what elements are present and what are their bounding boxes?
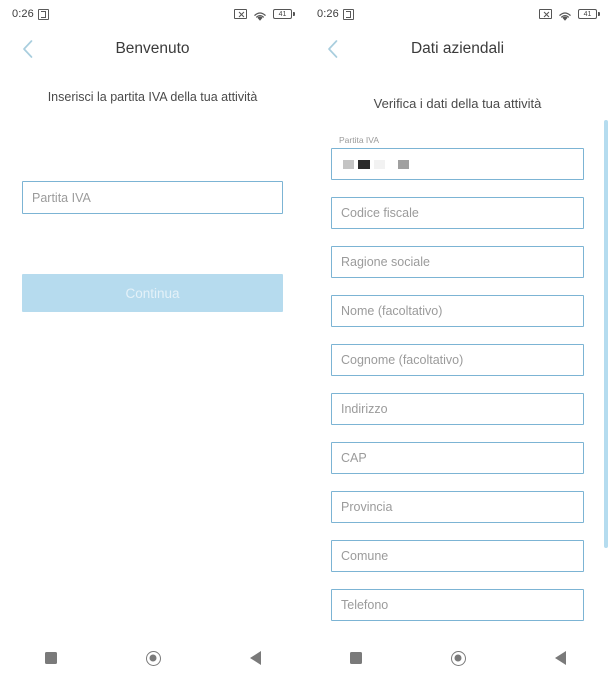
form-field-placeholder: Provincia <box>341 500 393 514</box>
vat-field-group: Partita IVA <box>331 135 584 180</box>
vat-input-placeholder: Partita IVA <box>32 190 91 205</box>
back-button-right[interactable] <box>319 36 345 62</box>
app-bar-right: Dati aziendali <box>305 28 610 70</box>
vertical-scrollbar[interactable] <box>604 120 608 548</box>
battery-level: 41 <box>278 10 287 18</box>
page-title-right: Dati aziendali <box>410 40 505 57</box>
square-recents-icon[interactable] <box>349 652 362 664</box>
status-bar-left-group-2: 0:26 <box>317 8 354 20</box>
vat-input-wrap: Partita IVA <box>22 181 283 214</box>
right-form-body: Partita IVA Codice fiscale Ragione social… <box>305 135 610 646</box>
battery-icon: 41 <box>273 9 295 19</box>
subtitle-left: Inserisci la partita IVA della tua attiv… <box>47 90 258 104</box>
status-time: 0:26 <box>317 8 339 20</box>
wifi-icon <box>253 9 267 21</box>
mute-icon <box>539 9 552 19</box>
redaction-block <box>398 159 409 169</box>
triangle-back-icon[interactable] <box>249 651 261 665</box>
subtitle-right: Verifica i dati della tua attività <box>373 96 542 111</box>
chevron-left-icon <box>327 40 337 58</box>
form-field-placeholder: Telefono <box>341 598 389 612</box>
status-time: 0:26 <box>12 8 34 20</box>
redaction-block <box>389 159 394 169</box>
status-bar-right-group: 41 <box>234 9 295 21</box>
screen-dati-aziendali: 0:26 41 Dati aziendali Verifica i dati d… <box>305 0 610 678</box>
form-field-placeholder: Indirizzo <box>341 402 388 416</box>
form-field-placeholder: Cognome (facoltativo) <box>341 353 464 367</box>
android-nav-bar-right <box>305 638 610 678</box>
status-bar-left: 0:26 41 <box>0 0 305 28</box>
form-field[interactable]: Codice fiscale <box>331 197 584 229</box>
form-field[interactable]: Provincia <box>331 491 584 523</box>
redacted-value <box>341 159 409 169</box>
redaction-block <box>374 159 385 169</box>
status-bar-right: 0:26 41 <box>305 0 610 28</box>
form-field-placeholder: CAP <box>341 451 367 465</box>
vat-input[interactable]: Partita IVA <box>22 181 283 214</box>
vat-field-label: Partita IVA <box>339 135 379 145</box>
battery-level: 41 <box>583 10 592 18</box>
nfc-icon <box>37 8 49 20</box>
app-bar-left: Benvenuto <box>0 28 305 70</box>
screen-benvenuto: 0:26 41 Benvenuto Inserisci la partita I… <box>0 0 305 678</box>
square-recents-icon[interactable] <box>44 652 57 664</box>
form-field-placeholder: Comune <box>341 549 389 563</box>
left-form-body: Partita IVA Continua <box>0 181 305 312</box>
form-field[interactable]: Cognome (facoltativo) <box>331 344 584 376</box>
vat-field[interactable] <box>331 148 584 180</box>
dual-screen-comparison: 0:26 41 Benvenuto Inserisci la partita I… <box>0 0 610 678</box>
triangle-back-icon[interactable] <box>554 651 566 665</box>
form-field[interactable]: Ragione sociale <box>331 246 584 278</box>
form-field-placeholder: Nome (facoltativo) <box>341 304 443 318</box>
status-bar-right-group-2: 41 <box>539 9 600 21</box>
wifi-icon <box>558 9 572 21</box>
nfc-icon <box>342 8 354 20</box>
page-title-left: Benvenuto <box>115 40 190 57</box>
form-field-placeholder: Codice fiscale <box>341 206 419 220</box>
status-bar-left-group: 0:26 <box>12 8 49 20</box>
android-nav-bar-left <box>0 638 305 678</box>
form-field[interactable]: CAP <box>331 442 584 474</box>
continue-button[interactable]: Continua <box>22 274 283 312</box>
battery-icon: 41 <box>578 9 600 19</box>
circle-home-icon[interactable] <box>450 650 466 666</box>
form-fields-list: Codice fiscale Ragione sociale Nome (facol… <box>331 197 584 621</box>
form-field[interactable]: Indirizzo <box>331 393 584 425</box>
form-field[interactable]: Nome (facoltativo) <box>331 295 584 327</box>
back-button-left[interactable] <box>14 36 40 62</box>
form-field-placeholder: Ragione sociale <box>341 255 430 269</box>
continue-button-label: Continua <box>125 285 180 301</box>
form-field[interactable]: Comune <box>331 540 584 572</box>
mute-icon <box>234 9 247 19</box>
redaction-block <box>358 159 370 169</box>
form-field[interactable]: Telefono <box>331 589 584 621</box>
circle-home-icon[interactable] <box>145 650 161 666</box>
redaction-block <box>343 159 354 169</box>
chevron-left-icon <box>22 40 32 58</box>
